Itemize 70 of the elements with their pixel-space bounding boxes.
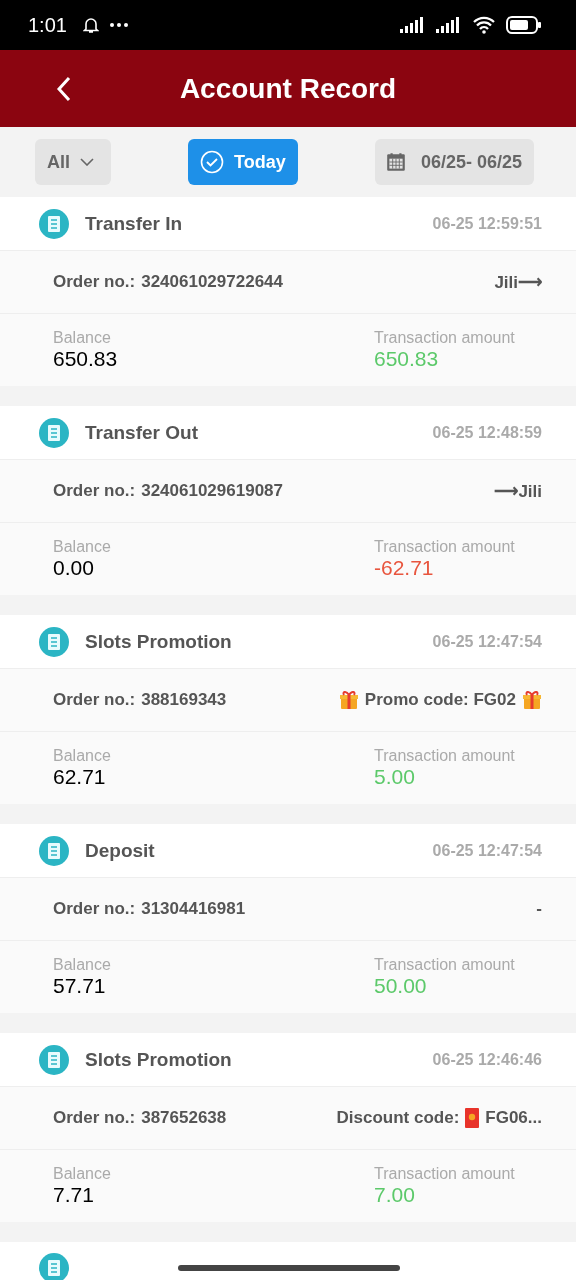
check-circle-icon bbox=[200, 150, 225, 174]
envelope-icon bbox=[465, 1108, 480, 1128]
record-title: Slots Promotion bbox=[85, 1048, 232, 1071]
promo-code: Promo code: FG02 bbox=[364, 690, 516, 710]
order-number: 324061029619087 bbox=[141, 481, 283, 501]
order-number: 31304416981 bbox=[141, 899, 246, 919]
wifi-icon bbox=[472, 16, 496, 34]
balance-value: 650.83 bbox=[53, 347, 119, 371]
amount-label: Transaction amount bbox=[374, 747, 516, 765]
record-title: Transfer Out bbox=[85, 421, 198, 444]
balance-value: 0.00 bbox=[53, 556, 95, 580]
record-time: 06-25 12:47:54 bbox=[432, 632, 542, 651]
battery-icon bbox=[506, 16, 542, 34]
amount-value: -62.71 bbox=[374, 556, 435, 580]
discount-code: FG06... bbox=[485, 1108, 542, 1128]
order-number: 388169343 bbox=[141, 690, 227, 710]
amount-value: 5.00 bbox=[374, 765, 416, 789]
calendar-icon bbox=[384, 151, 407, 173]
balance-label: Balance bbox=[53, 956, 112, 974]
today-button[interactable]: Today bbox=[188, 139, 298, 185]
chevron-down-icon bbox=[80, 158, 94, 166]
type-dropdown[interactable]: All bbox=[35, 139, 111, 185]
balance-value: 62.71 bbox=[53, 765, 107, 789]
order-label: Order no.: bbox=[53, 690, 136, 710]
record-time: 06-25 12:47:54 bbox=[432, 841, 542, 860]
back-icon bbox=[56, 74, 72, 103]
record-time: 06-25 12:46:46 bbox=[432, 1050, 542, 1069]
record-time: 06-25 12:48:59 bbox=[432, 423, 542, 442]
balance-value: 7.71 bbox=[53, 1183, 95, 1207]
amount-value: 50.00 bbox=[374, 974, 428, 998]
status-time: 1:01 bbox=[28, 13, 67, 37]
order-label: Order no.: bbox=[53, 899, 136, 919]
amount-label: Transaction amount bbox=[374, 329, 516, 347]
order-label: Order no.: bbox=[53, 272, 136, 292]
gift-icon bbox=[522, 690, 542, 710]
order-number: 324061029722644 bbox=[141, 272, 283, 292]
page-title: Account Record bbox=[179, 72, 397, 105]
record-title: Slots Promotion bbox=[85, 630, 232, 653]
order-tag: ⟶Jili bbox=[494, 480, 542, 502]
receipt-icon bbox=[38, 1043, 70, 1076]
signal-icon bbox=[400, 17, 426, 33]
receipt-icon bbox=[38, 207, 70, 240]
order-tag: Jili⟶ bbox=[494, 271, 542, 293]
amount-value: 7.00 bbox=[374, 1183, 416, 1207]
bell-icon bbox=[82, 16, 99, 34]
discount-label: Discount code: bbox=[336, 1108, 460, 1128]
amount-value: 650.83 bbox=[374, 347, 440, 371]
balance-label: Balance bbox=[53, 538, 112, 556]
order-number: 387652638 bbox=[141, 1108, 227, 1128]
amount-label: Transaction amount bbox=[374, 956, 516, 974]
record-title: Deposit bbox=[85, 839, 155, 862]
receipt-icon bbox=[38, 416, 70, 449]
amount-label: Transaction amount bbox=[374, 538, 516, 556]
receipt-icon bbox=[38, 625, 70, 658]
balance-label: Balance bbox=[53, 329, 112, 347]
order-tag: - bbox=[536, 899, 542, 919]
balance-value: 57.71 bbox=[53, 974, 107, 998]
balance-label: Balance bbox=[53, 1165, 112, 1183]
record-time: 06-25 12:59:51 bbox=[432, 214, 542, 233]
more-icon bbox=[108, 22, 129, 28]
date-range-button[interactable]: 06/25- 06/25 bbox=[374, 139, 534, 185]
receipt-icon bbox=[38, 834, 70, 867]
order-label: Order no.: bbox=[53, 1108, 136, 1128]
order-label: Order no.: bbox=[53, 481, 136, 501]
signal-icon bbox=[436, 17, 462, 33]
receipt-icon bbox=[38, 1252, 70, 1280]
record-title: Transfer In bbox=[85, 212, 183, 235]
gift-icon bbox=[338, 690, 359, 710]
balance-label: Balance bbox=[53, 747, 112, 765]
amount-label: Transaction amount bbox=[374, 1165, 516, 1183]
